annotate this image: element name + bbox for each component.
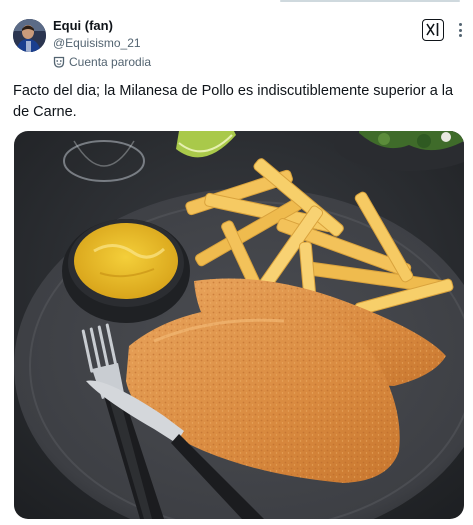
grok-icon[interactable]	[422, 19, 444, 41]
author-display-name[interactable]: Equi (fan)	[53, 18, 113, 34]
tweet-text: Facto del dia; la Milanesa de Pollo es i…	[13, 83, 454, 120]
more-options-icon[interactable]	[451, 20, 469, 40]
parody-mask-icon	[53, 56, 65, 68]
author-handle[interactable]: @Equisismo_21	[53, 35, 141, 51]
scroll-edge	[280, 0, 460, 2]
avatar[interactable]	[13, 19, 46, 52]
parody-label-text: Cuenta parodia	[69, 55, 152, 69]
parody-label: Cuenta parodia	[53, 54, 151, 70]
tweet-photo[interactable]	[14, 131, 464, 519]
